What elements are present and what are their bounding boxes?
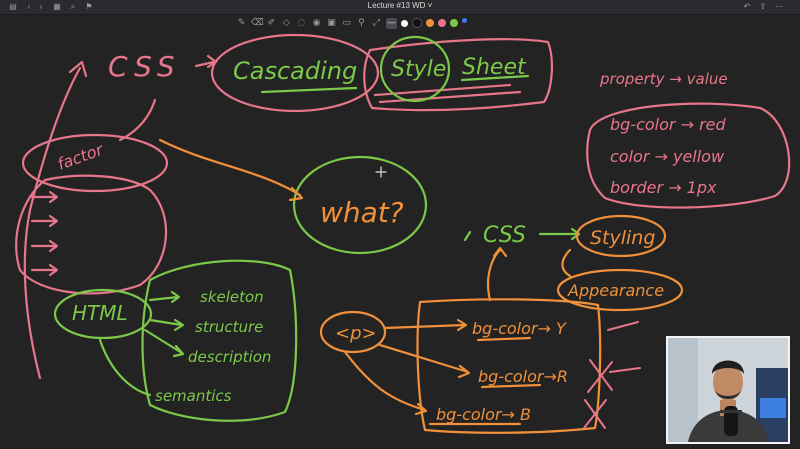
styling-label: Styling xyxy=(590,227,655,249)
window-title: Lecture #13 WD ˅ xyxy=(367,1,433,10)
webcam-overlay xyxy=(666,336,790,444)
semantics-label: semantics xyxy=(155,387,232,405)
structure-label: structure xyxy=(195,318,263,336)
more-icon[interactable]: ⋯ xyxy=(774,2,784,12)
strike-marks xyxy=(583,321,641,429)
what-label: what? xyxy=(320,196,404,229)
bg-color-blue: bg-color→ B xyxy=(436,405,531,424)
css-heading: CSS xyxy=(108,50,181,83)
window-title-text: Lecture #13 WD xyxy=(367,1,426,10)
undo-icon[interactable]: ↶ xyxy=(742,2,752,12)
presenter-video xyxy=(668,338,788,442)
skeleton-label: skeleton xyxy=(200,288,264,306)
move-cursor-icon xyxy=(375,166,387,178)
description-label: description xyxy=(188,348,271,366)
css-subheading: CSS xyxy=(483,223,526,248)
rule-border: border → 1px xyxy=(610,178,717,197)
factor-label: factor xyxy=(55,139,107,173)
appearance-label: Appearance xyxy=(567,281,664,300)
property-value-label: property → value xyxy=(599,70,728,88)
html-label: HTML xyxy=(72,301,128,325)
rule-bg-color: bg-color → red xyxy=(610,115,726,134)
window-titlebar: ▤ ‹ › ▦ ⌕ ⚑ Lecture #13 WD ˅ ↶ ⇪ ⋯ xyxy=(0,0,800,15)
bg-color-yellow: bg-color→ Y xyxy=(472,319,567,338)
rule-color: color → yellow xyxy=(610,147,725,166)
style-label: Style xyxy=(391,57,446,82)
sheet-label: Sheet xyxy=(462,55,527,80)
p-tag-label: <p> xyxy=(335,323,377,344)
share-icon[interactable]: ⇪ xyxy=(758,2,768,12)
cascading-label: Cascading xyxy=(233,57,357,85)
bg-color-red: bg-color→R xyxy=(478,367,568,386)
